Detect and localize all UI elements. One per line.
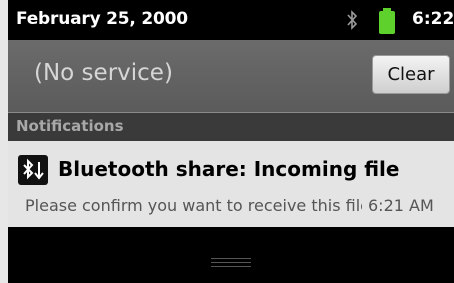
carrier-label: (No service) xyxy=(34,60,173,86)
status-time: 6:22 xyxy=(412,9,454,29)
status-bar: February 25, 2000 6:22 xyxy=(8,0,454,40)
clear-button[interactable]: Clear xyxy=(372,55,450,94)
battery-icon xyxy=(378,8,396,38)
notification-time: 6:21 AM xyxy=(368,196,434,215)
notification-text: Please confirm you want to receive this … xyxy=(25,196,362,215)
drag-handle-line xyxy=(211,266,251,267)
shade-bottom xyxy=(8,227,454,283)
notification-item[interactable]: Bluetooth share: Incoming file Please co… xyxy=(8,141,454,227)
drag-handle-line xyxy=(211,258,251,259)
bluetooth-share-icon xyxy=(18,155,48,185)
drag-handle[interactable] xyxy=(206,257,256,277)
notifications-header: Notifications xyxy=(8,112,454,141)
drag-handle-line xyxy=(211,262,251,263)
notification-shade: February 25, 2000 6:22 (No service) Clea… xyxy=(0,0,454,283)
bluetooth-icon xyxy=(346,10,358,34)
status-date: February 25, 2000 xyxy=(16,9,188,29)
notifications-title: Notifications xyxy=(16,117,124,135)
carrier-row: (No service) Clear xyxy=(8,40,454,112)
notification-title: Bluetooth share: Incoming file xyxy=(58,157,400,181)
